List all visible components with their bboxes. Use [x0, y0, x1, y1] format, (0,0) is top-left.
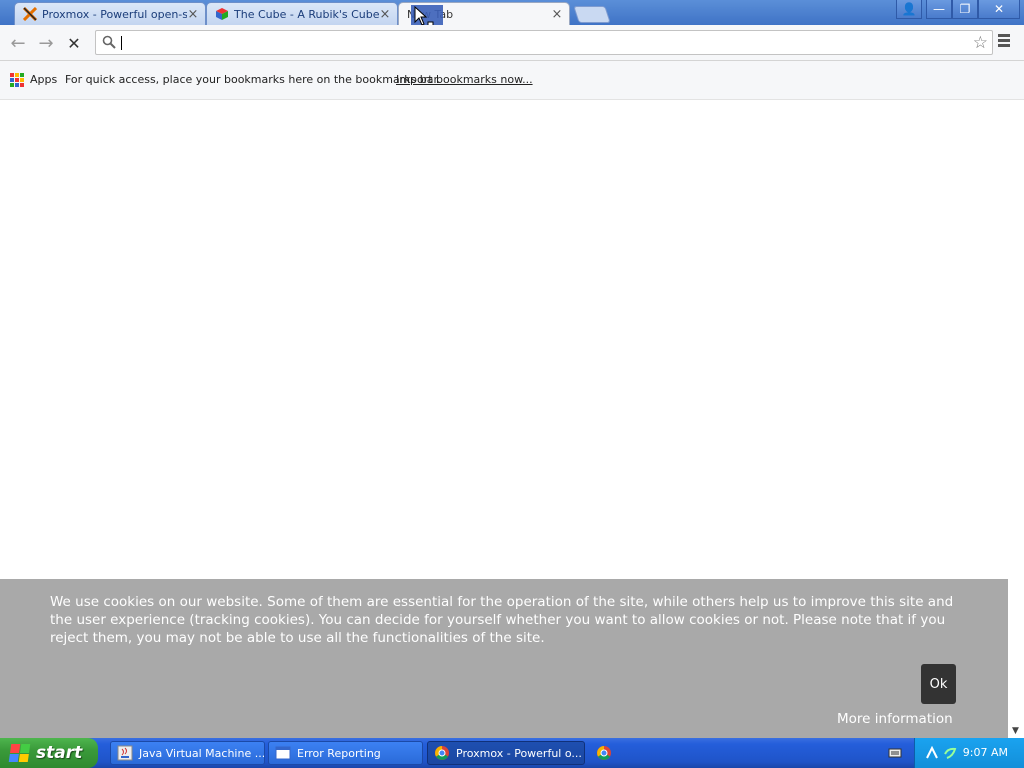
- clock: 9:07 AM: [962, 746, 1008, 759]
- cookie-banner: We use cookies on our website. Some of t…: [0, 579, 1008, 738]
- more-information-link[interactable]: More information: [837, 711, 953, 727]
- start-button[interactable]: start: [0, 738, 98, 768]
- close-window-button[interactable]: ✕: [978, 0, 1020, 19]
- start-label: start: [36, 743, 83, 763]
- chrome-icon: [435, 746, 449, 760]
- scroll-down-icon[interactable]: ▼: [1012, 726, 1019, 736]
- system-tray: 9:07 AM: [888, 738, 1024, 768]
- tab-title: Proxmox - Powerful open-so: [42, 7, 187, 21]
- new-tab-button[interactable]: [573, 6, 611, 23]
- menu-icon[interactable]: [998, 34, 1016, 52]
- close-icon[interactable]: ×: [187, 7, 199, 22]
- cookie-ok-button[interactable]: Ok: [921, 664, 956, 704]
- tab-the-cube[interactable]: The Cube - A Rubik's Cube G ×: [206, 2, 398, 25]
- chrome-quicklaunch-icon[interactable]: [596, 745, 612, 761]
- search-icon: [102, 35, 116, 49]
- close-icon[interactable]: ×: [551, 7, 563, 22]
- tab-proxmox[interactable]: Proxmox - Powerful open-so ×: [14, 2, 206, 25]
- omnibox[interactable]: ☆: [95, 30, 993, 55]
- keyboard-icon[interactable]: [888, 746, 902, 760]
- minimize-button[interactable]: —: [926, 0, 952, 19]
- address-input[interactable]: [120, 33, 954, 54]
- text-caret: [121, 36, 122, 50]
- bookmarks-hint: For quick access, place your bookmarks h…: [65, 73, 441, 86]
- profile-button[interactable]: 👤: [896, 0, 922, 19]
- apps-icon[interactable]: [10, 73, 24, 87]
- taskbar-item-java[interactable]: Java Virtual Machine ...: [110, 741, 265, 765]
- vertical-scrollbar[interactable]: ▼: [1008, 100, 1024, 738]
- taskbar-item-proxmox[interactable]: Proxmox - Powerful o...: [427, 741, 585, 765]
- restore-button[interactable]: ❐: [952, 0, 978, 19]
- task-label: Proxmox - Powerful o...: [456, 746, 582, 760]
- task-label: Error Reporting: [297, 746, 381, 760]
- task-label: Java Virtual Machine ...: [139, 746, 265, 760]
- stop-button[interactable]: ✕: [64, 33, 84, 53]
- java-icon: [117, 745, 133, 761]
- apps-link[interactable]: Apps: [30, 73, 57, 86]
- tab-strip: Proxmox - Powerful open-so × The Cube - …: [0, 0, 1024, 33]
- security-icon[interactable]: [943, 746, 957, 760]
- tab-title: The Cube - A Rubik's Cube G: [234, 7, 379, 21]
- close-icon[interactable]: ×: [379, 7, 391, 22]
- taskbar-item-error-reporting[interactable]: Error Reporting: [268, 741, 423, 765]
- network-icon[interactable]: [925, 746, 939, 760]
- rubik-cube-icon: [215, 7, 229, 21]
- browser-toolbar: ← → ✕ ☆: [0, 25, 1024, 61]
- proxmox-icon: [23, 7, 37, 21]
- taskbar: start Java Virtual Machine ... Error Rep…: [0, 738, 1024, 768]
- cookie-message: We use cookies on our website. Some of t…: [50, 594, 954, 646]
- windows-logo-icon: [8, 744, 32, 762]
- window-icon: [275, 746, 291, 760]
- import-bookmarks-link[interactable]: Import bookmarks now...: [396, 73, 533, 86]
- back-button[interactable]: ←: [8, 33, 28, 54]
- forward-button[interactable]: →: [36, 33, 56, 54]
- bookmarks-bar: Apps For quick access, place your bookma…: [0, 61, 1024, 100]
- bookmark-star-icon[interactable]: ☆: [973, 33, 988, 53]
